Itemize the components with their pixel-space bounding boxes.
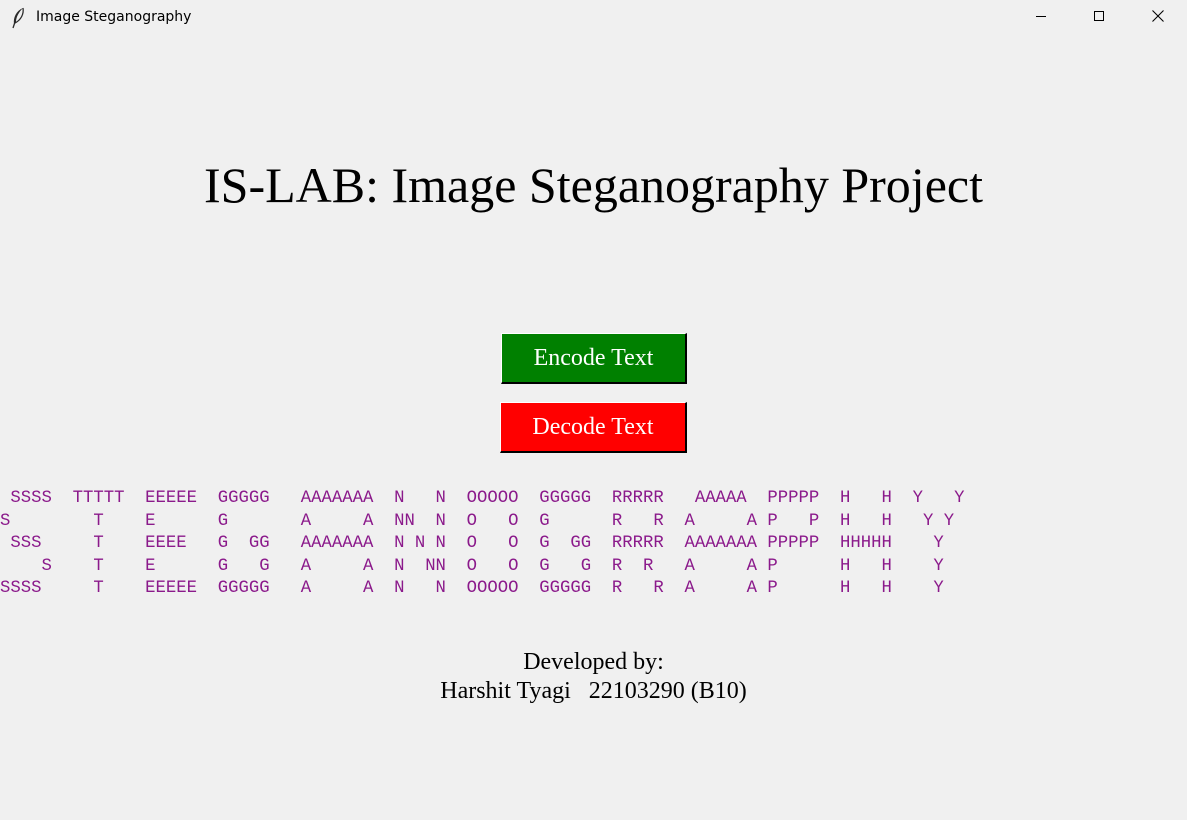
ascii-banner-line: SSSS TTTTT EEEEE GGGGG AAAAAAA N N OOOOO…: [0, 489, 965, 508]
title-bar[interactable]: Image Steganography: [0, 0, 1187, 36]
encode-text-button[interactable]: Encode Text: [501, 333, 687, 384]
ascii-banner-line: S T E G A A NN N O O G R R A A P P H H Y…: [0, 511, 955, 531]
ascii-banner-line: S T E G G A A N NN O O G G R R A A P H H…: [0, 556, 944, 576]
maximize-icon: [1093, 9, 1105, 27]
app-window: Image Steganography IS-LAB: Image Stegan…: [0, 0, 1187, 820]
maximize-button[interactable]: [1070, 0, 1128, 36]
ascii-banner-line: SSSS T EEEEE GGGGG A A N N OOOOO GGGGG R…: [0, 579, 944, 598]
close-icon: [1151, 9, 1165, 28]
decode-text-button[interactable]: Decode Text: [500, 402, 687, 453]
close-button[interactable]: [1129, 0, 1187, 36]
ascii-banner-line: SSS T EEEE G GG AAAAAAA N N N O O G GG R…: [0, 534, 944, 553]
ascii-art-banner: SSSS TTTTT EEEEE GGGGG AAAAAAA N N OOOOO…: [0, 488, 1187, 601]
credits-block: Developed by: Harshit Tyagi 22103290 (B1…: [0, 648, 1187, 706]
credits-heading: Developed by:: [523, 649, 664, 675]
minimize-button[interactable]: [1012, 0, 1070, 36]
developer-credit: Harshit Tyagi 22103290 (B10): [440, 678, 747, 704]
feather-icon: [10, 7, 28, 29]
page-title: IS-LAB: Image Steganography Project: [204, 157, 983, 213]
window-title: Image Steganography: [36, 9, 192, 25]
minimize-icon: [1035, 9, 1047, 27]
